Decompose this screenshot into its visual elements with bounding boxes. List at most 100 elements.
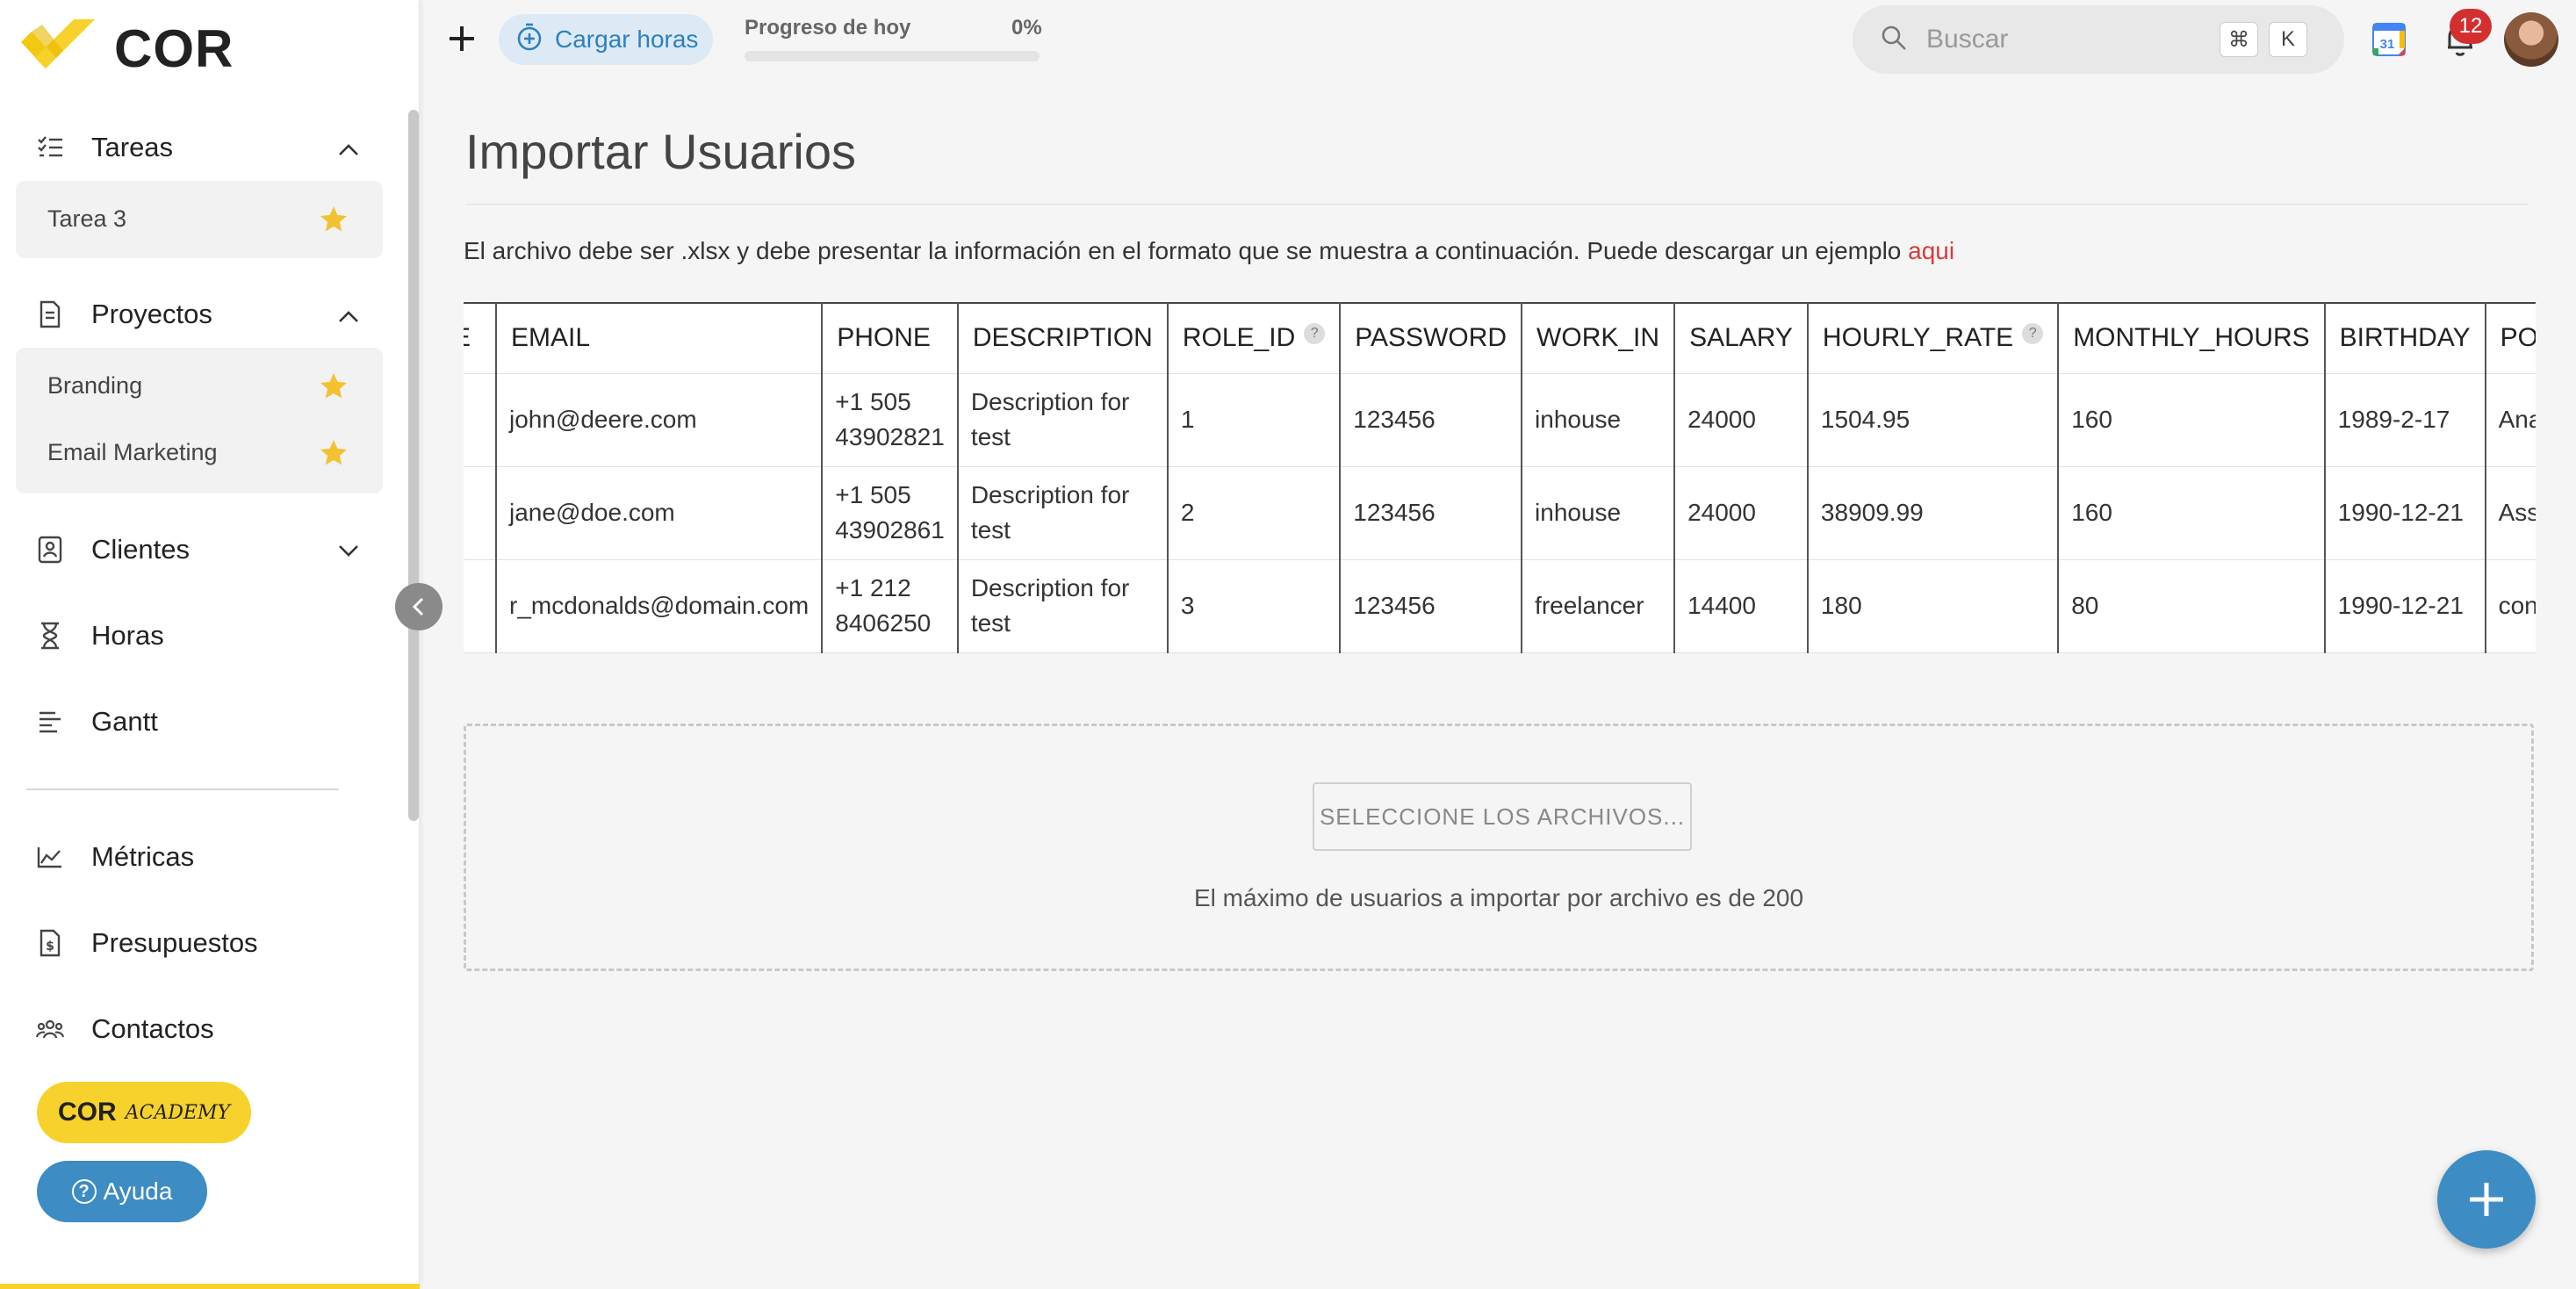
table-cell: consultant: [2484, 558, 2536, 653]
star-icon[interactable]: [318, 371, 349, 402]
users-format-table-container[interactable]: E EMAIL PHONE DESCRIPTION ROLE_ID? PASSWORD WO…: [464, 302, 2536, 653]
sidebar-subitem-email-marketing[interactable]: Email Marketing: [47, 439, 218, 466]
chevron-down-icon[interactable]: [334, 536, 363, 565]
contacts-icon: [35, 1014, 65, 1044]
file-dropzone[interactable]: SELECCIONE LOS ARCHIVOS... El máximo de …: [464, 724, 2534, 971]
gantt-icon: [35, 707, 65, 737]
column-header: PHONE: [821, 302, 959, 373]
table-cell: inhouse: [1521, 372, 1676, 467]
column-header-label: POSITION: [2500, 323, 2536, 353]
column-header-label: DESCRIPTION: [972, 323, 1153, 353]
table-header-row: E EMAIL PHONE DESCRIPTION ROLE_ID? PASSWORD WO…: [464, 302, 2536, 373]
plus-icon: [450, 26, 474, 51]
cargar-horas-label: Cargar horas: [555, 25, 699, 53]
sidebar-item-gantt[interactable]: Gantt: [35, 706, 158, 738]
download-example-link[interactable]: aqui: [1908, 237, 1954, 264]
table-cell: freelancer: [1521, 558, 1676, 653]
sidebar-item-label: Horas: [91, 620, 164, 651]
sidebar-item-proyectos[interactable]: Proyectos: [35, 299, 212, 330]
column-header: BIRTHDAY: [2323, 302, 2486, 373]
sidebar-item-horas[interactable]: Horas: [35, 620, 164, 652]
collapse-sidebar-button[interactable]: [395, 583, 443, 630]
shortcut-key-cmd: ⌘: [2220, 22, 2258, 57]
hourglass-icon: [35, 621, 65, 651]
sidebar-item-metricas[interactable]: Métricas: [35, 841, 194, 873]
star-icon[interactable]: [318, 437, 349, 469]
column-header: EMAIL: [494, 302, 824, 373]
help-tooltip-icon[interactable]: ?: [2022, 323, 2044, 345]
column-header: PASSWORD: [1339, 302, 1523, 373]
sidebar-item-label: Gantt: [91, 706, 158, 737]
help-question-icon: ?: [71, 1179, 97, 1204]
table-cell: 123456: [1339, 372, 1523, 467]
chevron-up-icon[interactable]: [334, 135, 363, 165]
sidebar-subitem-branding[interactable]: Branding: [47, 372, 142, 400]
column-header: E: [464, 302, 497, 373]
cargar-horas-button[interactable]: Cargar horas: [499, 14, 713, 65]
table-cell: +1 505 43902861: [821, 465, 959, 560]
column-header-label: E: [464, 323, 471, 352]
cor-logo[interactable]: COR: [19, 18, 234, 79]
table-cell: 123456: [1339, 465, 1523, 560]
column-header: POSITION: [2484, 302, 2536, 373]
floating-add-button[interactable]: [2437, 1150, 2536, 1249]
table-cell: 1504.95: [1806, 372, 2060, 467]
help-button[interactable]: ? Ayuda: [37, 1161, 207, 1222]
table-body: john@deere.com +1 505 43902821 Description…: [464, 372, 2536, 653]
column-header-label: WORK_IN: [1536, 323, 1660, 353]
help-label: Ayuda: [103, 1177, 173, 1205]
sidebar-item-clientes[interactable]: Clientes: [35, 534, 190, 565]
instructions-text: El archivo debe ser .xlsx y debe present…: [464, 237, 1954, 265]
chevron-up-icon[interactable]: [334, 302, 363, 332]
sidebar-bottom-accent: [0, 1284, 420, 1289]
column-header: WORK_IN: [1521, 302, 1676, 373]
sidebar-subitem-tarea-3[interactable]: Tarea 3: [47, 205, 126, 233]
page-title: Importar Usuarios: [465, 124, 857, 179]
column-header-label: SALARY: [1689, 323, 1793, 353]
table-cell: 1990-12-21: [2323, 465, 2486, 560]
notifications-count-badge[interactable]: 12: [2450, 9, 2492, 44]
search-input[interactable]: [1926, 25, 2190, 54]
progress-bar: [745, 51, 1040, 61]
max-users-note: El máximo de usuarios a importar por arc…: [1193, 884, 1804, 911]
column-header-label: EMAIL: [511, 323, 591, 353]
cor-academy-button[interactable]: COR ACADEMY: [37, 1082, 251, 1143]
svg-text:31: 31: [2380, 37, 2395, 52]
table-cell: 1989-2-17: [2323, 372, 2486, 467]
search-box[interactable]: ⌘ K: [1853, 5, 2344, 74]
table-cell: +1 505 43902821: [821, 372, 959, 467]
user-avatar[interactable]: [2504, 12, 2558, 67]
sidebar-item-presupuestos[interactable]: $ Presupuestos: [35, 927, 258, 959]
progress-value: 0%: [1011, 16, 1042, 40]
table-cell: 24000: [1673, 465, 1809, 560]
svg-text:$: $: [46, 940, 54, 954]
column-header-label: PHONE: [837, 323, 931, 353]
table-cell: Description for test: [956, 465, 1169, 560]
table-cell: 24000: [1673, 372, 1809, 467]
sidebar-scrollbar-thumb[interactable]: [408, 110, 419, 821]
google-calendar-icon[interactable]: 31: [2372, 23, 2406, 56]
column-header-label: BIRTHDAY: [2339, 323, 2471, 353]
timer-add-icon: [516, 23, 543, 57]
column-header: SALARY: [1673, 302, 1809, 373]
table-cell: Analyst: [2484, 372, 2536, 467]
sidebar-item-label: Tareas: [91, 132, 174, 162]
table-cell: [464, 372, 497, 467]
help-tooltip-icon[interactable]: ?: [1304, 323, 1326, 345]
star-icon[interactable]: [318, 204, 349, 235]
cor-logo-mark-icon: [19, 18, 98, 79]
logo-text: COR: [114, 18, 234, 78]
sidebar-item-tareas[interactable]: Tareas: [35, 132, 173, 163]
table-cell: jane@doe.com: [494, 465, 824, 560]
add-new-button[interactable]: [444, 21, 479, 56]
metrics-chart-icon: [35, 842, 65, 872]
sidebar-item-contactos[interactable]: Contactos: [35, 1013, 214, 1045]
table-cell: Assistant: [2484, 465, 2536, 560]
table-cell: 123456: [1339, 558, 1523, 653]
select-files-button[interactable]: SELECCIONE LOS ARCHIVOS...: [1313, 782, 1692, 851]
table-cell: [464, 465, 497, 560]
table-cell: Description for test: [956, 372, 1169, 467]
table-cell: john@deere.com: [494, 372, 824, 467]
column-header: HOURLY_RATE?: [1806, 302, 2060, 373]
column-header-label: ROLE_ID: [1182, 323, 1296, 353]
